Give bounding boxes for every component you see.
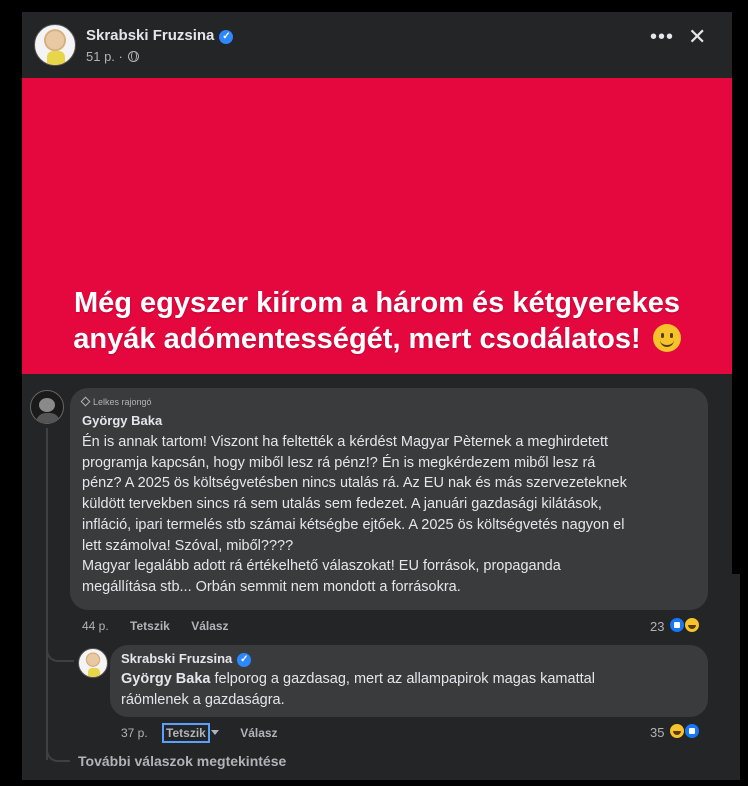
globe-icon [128,51,140,62]
comment-reply-button[interactable]: Válasz [191,619,228,633]
comment-text: Én is annak tartom! Viszont ha feltették… [82,432,704,598]
reply-timestamp[interactable]: 37 p. [121,726,148,740]
post-image[interactable]: Még egyszer kiírom a három és kétgyereke… [22,78,732,374]
view-more-replies-link[interactable]: További válaszok megtekintése [78,753,286,769]
thread-connector-more [46,742,70,762]
comment-line: programja kapcsán, hogy miből lesz rá pé… [82,454,596,471]
haha-reaction-icon [669,723,685,739]
fan-badge-label: Lelkes rajongó [93,397,152,407]
comment-line: infláció, ipari termelés stb számai kéts… [82,516,625,533]
like-reaction-icon [684,723,700,739]
reply-reply-button[interactable]: Válasz [240,726,277,740]
reply-author[interactable]: Skrabski Fruzsina ✓ [121,651,252,667]
reply-line: ráömlenek a gazdaságra. [121,692,285,708]
reaction-dropdown-icon[interactable] [210,730,219,735]
verified-badge-icon: ✓ [219,30,234,44]
thread-line [46,428,48,760]
post-meta: 51 p. · [86,49,140,64]
post-author-name[interactable]: Skrabski Fruzsina [86,27,214,44]
post-timestamp[interactable]: 51 p. · [86,49,123,64]
diamond-icon [80,396,91,407]
reply-line-text: felporog a gazdasag, mert az allampapiro… [210,671,595,687]
comment-actions: 44 p. Tetszik Válasz [82,619,229,633]
author-avatar[interactable] [34,24,76,66]
comment-line: lett számolva! Szóval, miből???? [82,537,294,554]
fan-badge: Lelkes rajongó [80,396,152,407]
reply-line: György Baka felporog a gazdasag, mert az… [121,669,701,690]
reply-actions: 37 p. Tetszik Válasz [121,723,278,743]
reply-like-button[interactable]: Tetszik [162,723,210,743]
close-icon[interactable]: ✕ [688,26,706,48]
comment-like-button[interactable]: Tetszik [130,619,170,633]
mention-link[interactable]: György Baka [121,671,210,687]
commenter-avatar[interactable] [30,390,64,424]
verified-badge-icon: ✓ [237,653,252,667]
more-options-icon[interactable]: ••• [650,27,674,47]
thread-connector-reply [46,644,74,662]
haha-reaction-icon [684,617,700,633]
reply-text: György Baka felporog a gazdasag, mert az… [121,669,701,711]
comment-line: pénz? A 2025 ös költségvetésben nincs ut… [82,475,627,492]
comment-line: küldött tervekben sincs rá sem utalás se… [82,496,602,513]
reply-author-avatar[interactable] [78,648,108,678]
comment-timestamp[interactable]: 44 p. [82,619,109,633]
post-image-text: Még egyszer kiírom a három és kétgyereke… [22,285,732,357]
post-header [22,12,732,78]
comment-reaction-count[interactable]: 23 [650,619,664,634]
smile-emoji-icon [652,324,681,352]
commenter-name[interactable]: György Baka [82,413,162,428]
comment-line: megállítása stb... Orbán semmit nem mond… [82,578,461,595]
reply-reaction-count[interactable]: 35 [650,725,664,740]
post-image-caption: Még egyszer kiírom a három és kétgyereke… [73,287,681,355]
reply-author-name[interactable]: Skrabski Fruzsina [121,651,232,666]
comment-line: Magyar legalább adott rá értékelhető vál… [82,558,561,575]
comment-line: Én is annak tartom! Viszont ha feltették… [82,434,609,450]
like-reaction-icon [669,617,685,633]
post-author[interactable]: Skrabski Fruzsina ✓ [86,27,234,44]
